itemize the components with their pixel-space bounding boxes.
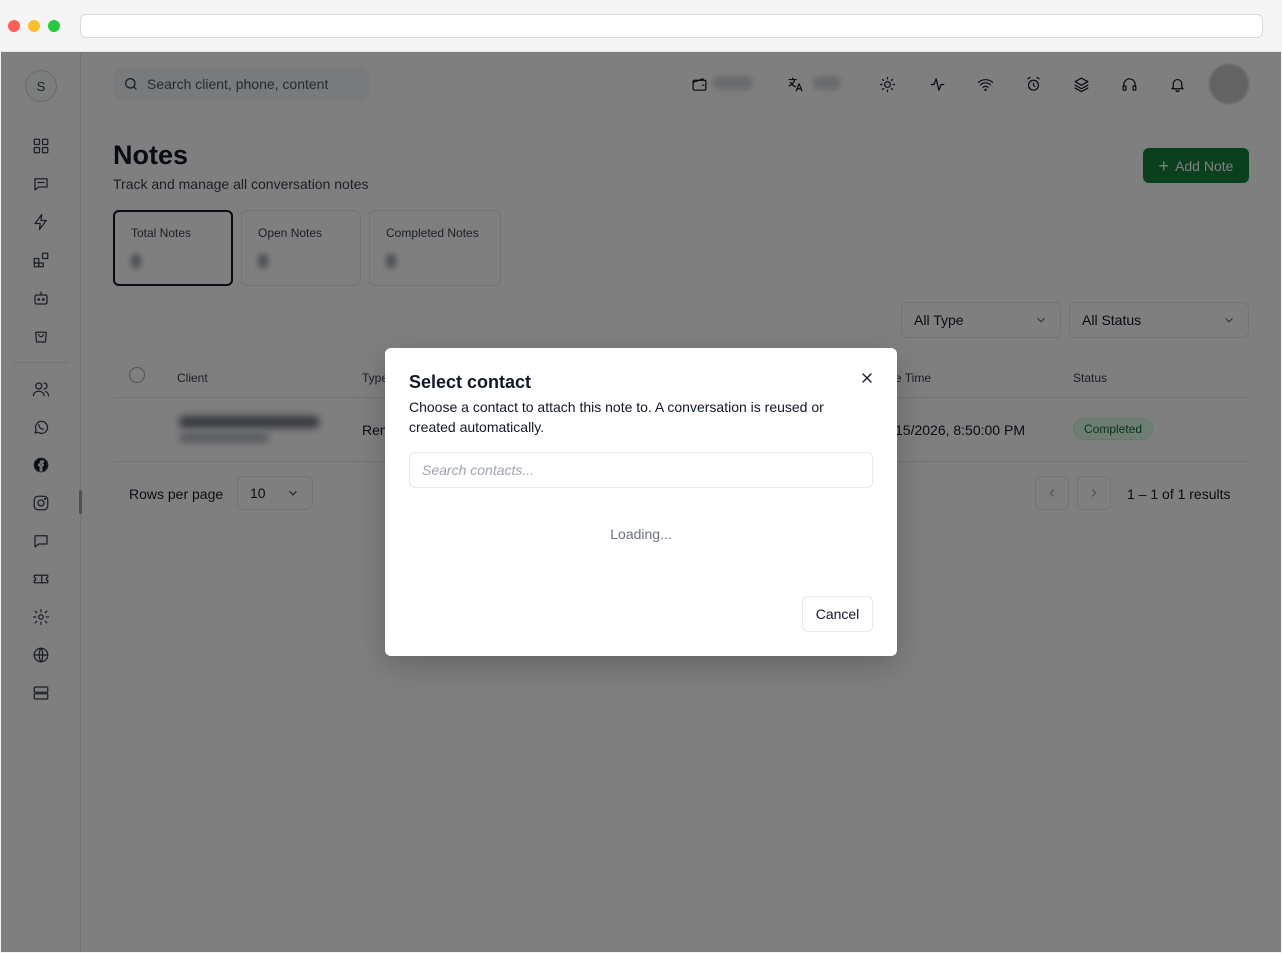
close-window-button[interactable] xyxy=(8,20,20,32)
dialog-title: Select contact xyxy=(409,372,532,392)
address-bar[interactable] xyxy=(80,14,1263,38)
browser-chrome xyxy=(0,0,1282,52)
minimize-window-button[interactable] xyxy=(28,20,40,32)
loading-text: Loading... xyxy=(610,526,672,542)
close-icon[interactable] xyxy=(857,368,877,388)
maximize-window-button[interactable] xyxy=(48,20,60,32)
contact-search-input[interactable] xyxy=(409,452,873,488)
dialog-description: Choose a contact to attach this note to.… xyxy=(409,399,824,435)
select-contact-dialog: Select contact Choose a contact to attac… xyxy=(385,348,897,656)
cancel-button[interactable]: Cancel xyxy=(802,596,873,632)
